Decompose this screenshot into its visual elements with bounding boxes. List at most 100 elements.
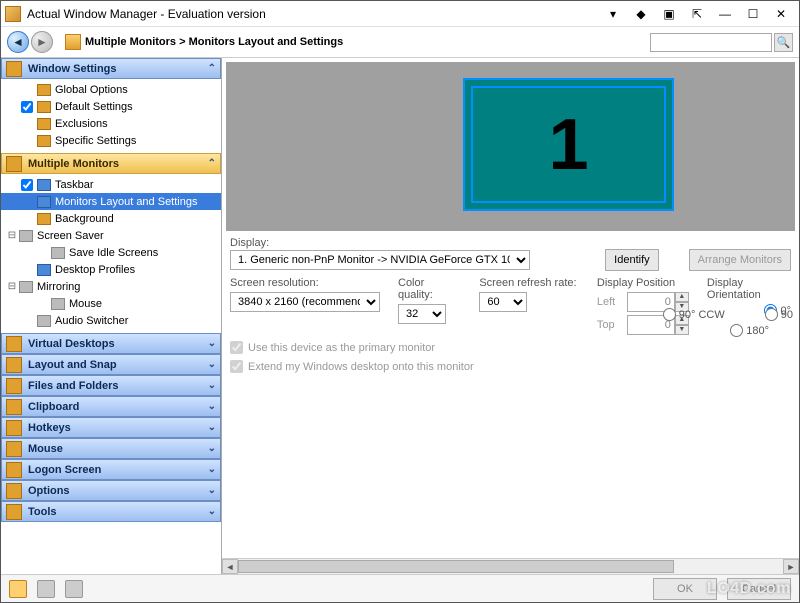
- chevron-down-icon: ⌄: [208, 464, 216, 475]
- tree-item-exclusions[interactable]: Exclusions: [1, 115, 221, 132]
- tree-item-audio-switcher[interactable]: Audio Switcher: [1, 312, 221, 329]
- sidebar-section-clipboard[interactable]: Clipboard⌄: [1, 396, 221, 417]
- taskbar-checkbox[interactable]: [21, 179, 33, 191]
- section-icon: [6, 399, 22, 415]
- window-controls: ▾ ◆ ▣ ⇱ — ☐ ✕: [599, 3, 795, 25]
- sidebar-section-hotkeys[interactable]: Hotkeys⌄: [1, 417, 221, 438]
- resolution-select[interactable]: 3840 x 2160 (recommended): [230, 292, 380, 312]
- bottom-toolbar: OK Cancel: [1, 574, 799, 602]
- chevron-up-icon: ⌃: [208, 63, 216, 74]
- section-icon: [6, 483, 22, 499]
- sidebar-section-mouse[interactable]: Mouse⌄: [1, 438, 221, 459]
- orientation-label: Display Orientation: [707, 277, 791, 301]
- tree-item-save-idle[interactable]: Save Idle Screens: [1, 244, 221, 261]
- tree-item-desktop-profiles[interactable]: Desktop Profiles: [1, 261, 221, 278]
- tree-item-default-settings[interactable]: Default Settings: [1, 98, 221, 115]
- breadcrumb: Multiple Monitors > Monitors Layout and …: [65, 34, 343, 50]
- item-icon: [37, 135, 51, 147]
- resolution-label: Screen resolution:: [230, 277, 380, 289]
- app-icon: [5, 6, 21, 22]
- ok-button[interactable]: OK: [653, 578, 717, 600]
- breadcrumb-text: Multiple Monitors > Monitors Layout and …: [85, 36, 343, 48]
- window-settings-tree: Global Options Default Settings Exclusio…: [1, 79, 221, 153]
- expander-icon[interactable]: ⊟: [7, 230, 17, 241]
- sidebar-section-window-settings[interactable]: Window Settings ⌃: [1, 58, 221, 79]
- sidebar: Window Settings ⌃ Global Options Default…: [1, 58, 222, 574]
- cancel-button[interactable]: Cancel: [727, 578, 791, 600]
- main-panel: 1 Display: 1. Generic non-PnP Monitor ->…: [222, 58, 799, 574]
- scroll-left-icon[interactable]: ◄: [222, 559, 238, 574]
- arrange-monitors-button[interactable]: Arrange Monitors: [689, 249, 791, 271]
- sidebar-section-options[interactable]: Options⌄: [1, 480, 221, 501]
- section-icon: [6, 357, 22, 373]
- minimize-button[interactable]: —: [711, 3, 739, 25]
- chevron-down-icon: ⌄: [208, 359, 216, 370]
- sidebar-section-multiple-monitors[interactable]: Multiple Monitors ⌃: [1, 153, 221, 174]
- search-go-button[interactable]: 🔍: [774, 33, 793, 52]
- tree-item-background[interactable]: Background: [1, 210, 221, 227]
- search-input[interactable]: [650, 33, 772, 52]
- monitor-layout-canvas[interactable]: 1: [226, 62, 795, 231]
- sidebar-section-logon-screen[interactable]: Logon Screen⌄: [1, 459, 221, 480]
- sidebar-section-tools[interactable]: Tools⌄: [1, 501, 221, 522]
- monitor-settings: Display: 1. Generic non-PnP Monitor -> N…: [222, 231, 799, 373]
- section-icon: [6, 441, 22, 457]
- monitor-number: 1: [548, 104, 588, 186]
- item-icon: [51, 247, 65, 259]
- display-select[interactable]: 1. Generic non-PnP Monitor -> NVIDIA GeF…: [230, 250, 530, 270]
- chevron-down-icon: ⌄: [208, 380, 216, 391]
- titlebar-extra-3-icon[interactable]: ▣: [655, 3, 683, 25]
- item-icon: [37, 179, 51, 191]
- default-settings-checkbox[interactable]: [21, 101, 33, 113]
- help-icon[interactable]: [9, 580, 27, 598]
- tree-item-screen-saver[interactable]: ⊟Screen Saver: [1, 227, 221, 244]
- tree-item-monitors-layout[interactable]: Monitors Layout and Settings: [1, 193, 221, 210]
- extend-desktop-checkbox[interactable]: Extend my Windows desktop onto this moni…: [230, 360, 791, 373]
- sidebar-section-layout-snap[interactable]: Layout and Snap⌄: [1, 354, 221, 375]
- chevron-up-icon: ⌃: [208, 158, 216, 169]
- item-icon: [37, 118, 51, 130]
- scroll-track[interactable]: [238, 559, 783, 574]
- refresh-rate-select[interactable]: 60: [479, 292, 527, 312]
- window-title: Actual Window Manager - Evaluation versi…: [27, 7, 599, 21]
- monitor-preview-1[interactable]: 1: [463, 78, 674, 211]
- item-icon: [37, 213, 51, 225]
- display-position-label: Display Position: [597, 277, 689, 289]
- forward-button[interactable]: ►: [31, 31, 53, 53]
- chevron-down-icon: ⌄: [208, 485, 216, 496]
- tree-item-taskbar[interactable]: Taskbar: [1, 176, 221, 193]
- scroll-thumb[interactable]: [238, 560, 674, 573]
- sidebar-section-files-folders[interactable]: Files and Folders⌄: [1, 375, 221, 396]
- display-label: Display:: [230, 237, 791, 249]
- orientation-90-radio[interactable]: 90: [765, 308, 793, 321]
- tree-item-mirroring[interactable]: ⊟Mirroring: [1, 278, 221, 295]
- orientation-180-radio[interactable]: 180°: [730, 324, 769, 337]
- section-icon: [6, 378, 22, 394]
- sidebar-section-label: Multiple Monitors: [28, 158, 119, 170]
- expander-icon[interactable]: ⊟: [7, 281, 17, 292]
- refresh-rate-label: Screen refresh rate:: [479, 277, 579, 289]
- maximize-button[interactable]: ☐: [739, 3, 767, 25]
- tree-item-specific-settings[interactable]: Specific Settings: [1, 132, 221, 149]
- multiple-monitors-tree: Taskbar Monitors Layout and Settings Bac…: [1, 174, 221, 333]
- tree-item-global-options[interactable]: Global Options: [1, 81, 221, 98]
- back-button[interactable]: ◄: [7, 31, 29, 53]
- identify-button[interactable]: Identify: [605, 249, 658, 271]
- titlebar-extra-2-icon[interactable]: ◆: [627, 3, 655, 25]
- section-icon: [6, 336, 22, 352]
- close-button[interactable]: ✕: [767, 3, 795, 25]
- chevron-down-icon: ⌄: [208, 422, 216, 433]
- scroll-right-icon[interactable]: ►: [783, 559, 799, 574]
- titlebar-extra-1-icon[interactable]: ▾: [599, 3, 627, 25]
- tree-item-mouse[interactable]: Mouse: [1, 295, 221, 312]
- color-quality-select[interactable]: 32: [398, 304, 446, 324]
- orientation-90ccw-radio[interactable]: 90° CCW: [663, 308, 725, 321]
- primary-monitor-checkbox[interactable]: Use this device as the primary monitor: [230, 341, 791, 354]
- undo-icon[interactable]: [37, 580, 55, 598]
- sidebar-section-virtual-desktops[interactable]: Virtual Desktops⌄: [1, 333, 221, 354]
- nav-toolbar: ◄ ► Multiple Monitors > Monitors Layout …: [1, 27, 799, 58]
- horizontal-scrollbar[interactable]: ◄ ►: [222, 558, 799, 574]
- titlebar-extra-4-icon[interactable]: ⇱: [683, 3, 711, 25]
- redo-icon[interactable]: [65, 580, 83, 598]
- chevron-down-icon: ⌄: [208, 506, 216, 517]
